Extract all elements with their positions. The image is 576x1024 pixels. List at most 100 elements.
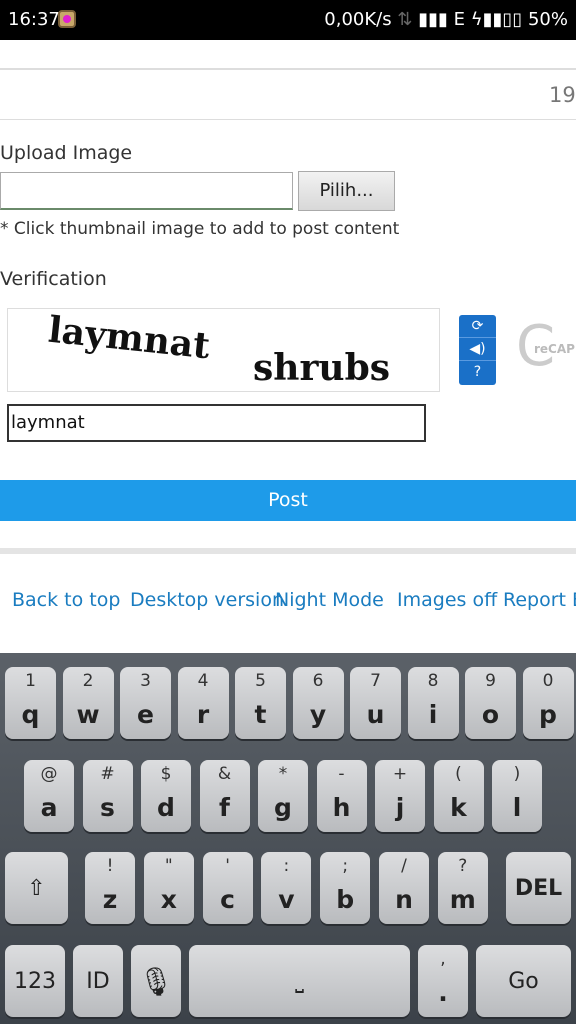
- status-bar: 16:37 0,00K/s ⇅ ▮▮▮ E ϟ▮▮▯▯ 50%: [0, 0, 576, 40]
- upload-label: Upload Image: [0, 142, 133, 164]
- key-label: o: [481, 700, 500, 729]
- key-secondary-label: 1: [25, 671, 36, 691]
- desktop-version-link[interactable]: Desktop version: [130, 589, 284, 611]
- key-w[interactable]: 2w: [62, 667, 114, 739]
- key-secondary-label: ;: [342, 856, 349, 876]
- delete-key[interactable]: DEL: [506, 852, 571, 924]
- key-secondary-label: 4: [197, 671, 209, 691]
- key-secondary-label: -: [338, 764, 345, 784]
- choose-file-button[interactable]: Pilih...: [298, 171, 395, 211]
- go-key[interactable]: Go: [476, 945, 571, 1017]
- key-secondary-label: ?: [458, 856, 468, 876]
- key-label: v: [278, 885, 295, 914]
- key-x[interactable]: " x: [143, 852, 194, 924]
- refresh-icon[interactable]: ⟳: [459, 315, 496, 338]
- audio-icon[interactable]: ◀): [459, 338, 496, 361]
- key-label: .: [438, 978, 448, 1007]
- microphone-icon[interactable]: 🎙: [131, 945, 181, 1017]
- key-secondary-label: !: [106, 856, 114, 876]
- key-l[interactable]: ) l: [492, 760, 542, 832]
- key-label: g: [274, 793, 292, 822]
- key-secondary-label: /: [401, 856, 407, 876]
- night-mode-link[interactable]: Night Mode: [275, 589, 384, 611]
- key-u[interactable]: 7u: [350, 667, 401, 739]
- key-label: h: [332, 793, 351, 822]
- data-arrows-icon: ⇅: [397, 9, 413, 30]
- period-key[interactable]: ,.: [418, 945, 468, 1017]
- divider: [0, 68, 576, 70]
- hint-text: * Click thumbnail image to add to post c…: [0, 219, 400, 239]
- microphone-icon-glyph: 🎙: [138, 964, 174, 998]
- space-key[interactable]: ⎵: [189, 945, 410, 1017]
- signal-icon: ▮▮▮: [418, 9, 448, 30]
- network-speed: 0,00K/s: [324, 9, 392, 30]
- key-label: w: [76, 700, 100, 729]
- key-m[interactable]: ? m: [437, 852, 488, 924]
- key-h[interactable]: -h: [316, 760, 367, 832]
- key-s[interactable]: # s: [82, 760, 133, 832]
- key-o[interactable]: 9o: [465, 667, 516, 739]
- key-secondary-label: 5: [255, 671, 266, 691]
- battery-icon: ▮▮▯▯: [482, 9, 523, 30]
- key-j[interactable]: + j: [375, 760, 425, 832]
- key-i[interactable]: 8i: [407, 667, 459, 739]
- key-secondary-label: +: [392, 764, 408, 784]
- post-button[interactable]: Post: [0, 480, 576, 521]
- verification-label: Verification: [0, 268, 107, 290]
- key-label: t: [254, 700, 267, 729]
- key-secondary-label: 0: [542, 671, 554, 691]
- shift-key[interactable]: ⇧: [5, 852, 68, 924]
- key-f[interactable]: & f: [199, 760, 250, 832]
- key-r[interactable]: 4r: [177, 667, 229, 739]
- key-v[interactable]: :v: [261, 852, 312, 924]
- key-secondary-label: ': [225, 856, 230, 876]
- images-off-link[interactable]: Images off: [397, 589, 497, 611]
- key-secondary-label: 2: [82, 671, 94, 691]
- numbers-key[interactable]: 123: [5, 945, 65, 1017]
- key-label: j: [395, 793, 405, 822]
- key-d[interactable]: $ d: [141, 760, 191, 832]
- key-b[interactable]: ; b: [320, 852, 371, 924]
- counter: 199: [549, 83, 576, 107]
- file-input[interactable]: [0, 172, 293, 210]
- divider: [0, 548, 576, 554]
- key-label: m: [449, 885, 476, 914]
- key-secondary-label: *: [278, 764, 288, 784]
- key-n[interactable]: / n: [379, 852, 429, 924]
- key-label: i: [428, 700, 438, 729]
- language-key[interactable]: ID: [73, 945, 123, 1017]
- keyboard: 1 q 2 w 3 e 4 r 5 t 6 y 7 u 8 i 9 o 0 p @ a # s $ d & f * g - h + j(k) l ⇧!…: [0, 653, 576, 1024]
- key-label: b: [336, 885, 355, 914]
- key-label: ⎵: [295, 968, 304, 994]
- key-c[interactable]: ' c: [202, 852, 253, 924]
- key-label: d: [157, 793, 175, 822]
- key-label: e: [137, 700, 154, 729]
- report-link[interactable]: Report B: [503, 589, 576, 611]
- key-e[interactable]: 3e: [120, 667, 171, 739]
- battery-level: 50%: [527, 9, 568, 30]
- key-secondary-label: &: [217, 764, 232, 784]
- key-a[interactable]: @ a: [24, 760, 74, 832]
- key-g[interactable]: * g: [258, 760, 308, 832]
- key-secondary-label: 9: [485, 671, 496, 691]
- key-label: Go: [508, 968, 539, 994]
- key-k[interactable]: (k: [433, 760, 484, 832]
- back-to-top-link[interactable]: Back to top: [12, 589, 120, 611]
- key-secondary-label: #: [100, 764, 115, 784]
- key-y[interactable]: 6y: [292, 667, 344, 739]
- key-label: DEL: [514, 875, 563, 901]
- key-z[interactable]: ! z: [85, 852, 135, 924]
- key-label: q: [21, 700, 40, 729]
- help-icon[interactable]: ?: [459, 361, 496, 384]
- key-p[interactable]: 0p: [522, 667, 574, 739]
- key-label: p: [539, 700, 557, 729]
- key-label: y: [309, 700, 327, 729]
- captcha-answer-input[interactable]: laymnat: [7, 404, 426, 442]
- key-label: l: [512, 793, 522, 822]
- key-t[interactable]: 5t: [235, 667, 286, 739]
- key-secondary-label: ,: [440, 949, 446, 969]
- key-label: a: [40, 793, 58, 822]
- recaptcha-logo: C reCAP: [516, 314, 575, 379]
- key-q[interactable]: 1q: [5, 667, 56, 739]
- key-secondary-label: @: [40, 764, 58, 784]
